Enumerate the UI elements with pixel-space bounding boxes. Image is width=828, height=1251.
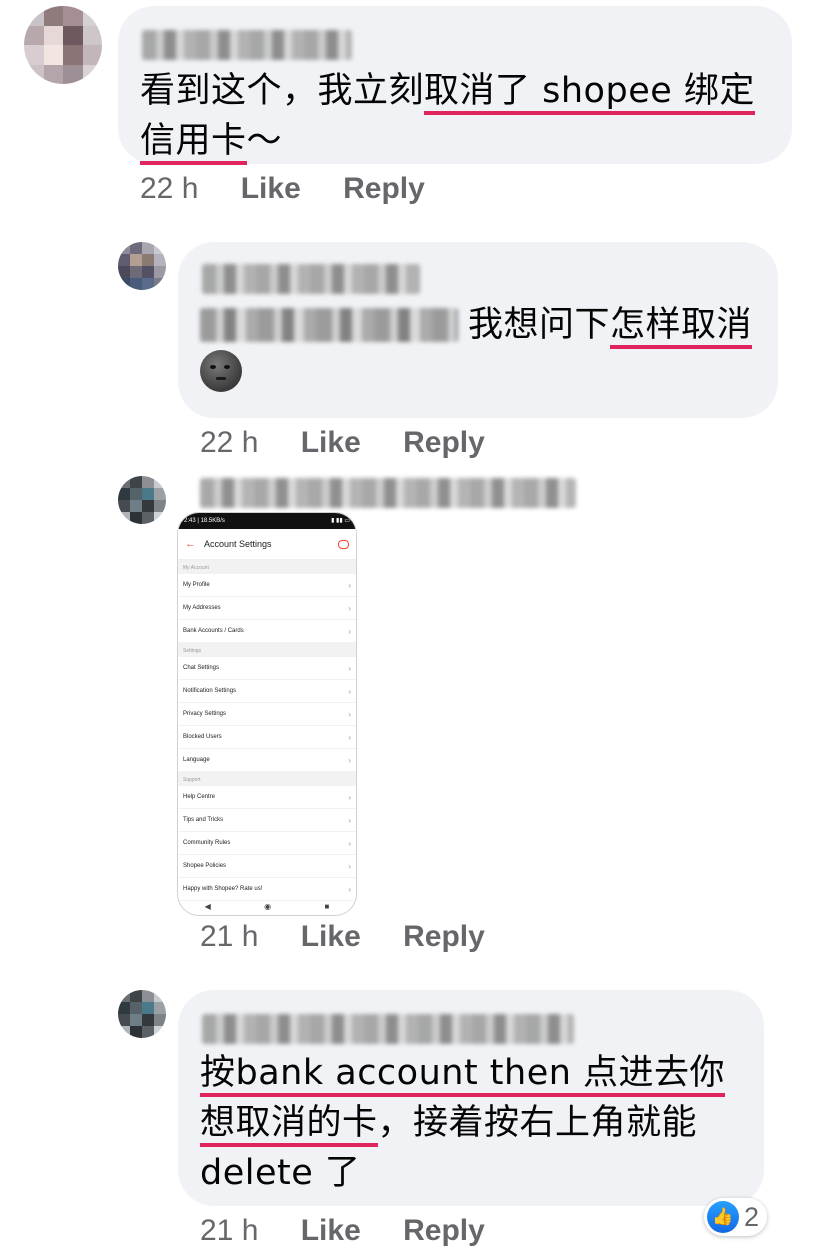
chevron-right-icon: › <box>348 792 351 802</box>
comment-bubble: 看到这个，我立刻取消了 shopee 绑定信用卡～ <box>118 6 792 166</box>
phone-settings-row: Tips and Tricks › <box>178 809 356 832</box>
phone-settings-label: Notification Settings <box>183 688 237 694</box>
commenter-name[interactable] <box>202 264 420 294</box>
phone-settings-label: Chat Settings <box>183 665 220 671</box>
commenter-name[interactable] <box>200 478 576 508</box>
chat-icon <box>338 539 349 549</box>
chevron-right-icon: › <box>348 686 351 696</box>
chevron-right-icon: › <box>348 861 351 871</box>
phone-section-header: Settings <box>178 643 356 657</box>
phone-settings-list: My Account My Profile › My Addresses › Bank A… <box>178 560 356 901</box>
phone-settings-label: Happy with Shopee? Rate us! <box>183 886 263 892</box>
comment-actions: 22 h Like Reply <box>140 172 459 206</box>
reply-button[interactable]: Reply <box>343 172 425 205</box>
like-button[interactable]: Like <box>241 172 301 205</box>
phone-settings-row: My Addresses › <box>178 597 356 620</box>
reaction-count: 2 <box>744 1201 760 1232</box>
phone-nav-bar: ◀ ◉ ■ <box>178 897 356 915</box>
commenter-name[interactable] <box>142 30 352 60</box>
comment-actions: 21 h Like Reply <box>200 1214 519 1248</box>
phone-settings-row: Language › <box>178 749 356 772</box>
phone-settings-row: Community Rules › <box>178 832 356 855</box>
chevron-right-icon: › <box>348 815 351 825</box>
phone-settings-label: My Addresses <box>183 605 221 611</box>
phone-settings-label: Language <box>183 757 210 763</box>
phone-settings-label: Tips and Tricks <box>183 817 224 823</box>
phone-status-bar: 2:43 | 18.5KB/s ▮ ▮▮ ▭ <box>178 513 356 529</box>
new-moon-face-emoji-icon <box>200 350 242 392</box>
phone-settings-label: Bank Accounts / Cards <box>183 628 244 634</box>
recents-square-icon: ■ <box>324 901 330 911</box>
back-triangle-icon: ◀ <box>204 901 211 911</box>
commenter-name[interactable] <box>202 1014 574 1044</box>
phone-section-header: Support <box>178 772 356 786</box>
phone-settings-label: Privacy Settings <box>183 711 227 717</box>
reply-button[interactable]: Reply <box>403 1214 485 1247</box>
phone-settings-row: Bank Accounts / Cards › <box>178 620 356 643</box>
home-circle-icon: ◉ <box>264 901 272 911</box>
chevron-right-icon: › <box>348 603 351 613</box>
avatar[interactable] <box>118 990 166 1038</box>
chevron-right-icon: › <box>348 884 351 894</box>
phone-settings-row: Notification Settings › <box>178 680 356 703</box>
timestamp[interactable]: 22 h <box>200 426 258 459</box>
chevron-right-icon: › <box>348 580 351 590</box>
chevron-right-icon: › <box>348 663 351 673</box>
comment-bubble: 按bank account then 点进去你想取消的卡，接着按右上角就能del… <box>178 990 764 1206</box>
chevron-right-icon: › <box>348 755 351 765</box>
phone-settings-label: Community Rules <box>183 840 231 846</box>
avatar[interactable] <box>118 242 166 290</box>
thumbs-up-icon: 👍 <box>707 1201 739 1233</box>
comment-text: 看到这个，我立刻取消了 shopee 绑定信用卡～ <box>140 66 770 166</box>
like-button[interactable]: Like <box>301 1214 361 1247</box>
like-button[interactable]: Like <box>301 426 361 459</box>
phone-settings-row: Blocked Users › <box>178 726 356 749</box>
mentioned-user[interactable] <box>200 308 458 342</box>
reply-button[interactable]: Reply <box>403 920 485 953</box>
phone-settings-row: Help Centre › <box>178 786 356 809</box>
phone-settings-row: Privacy Settings › <box>178 703 356 726</box>
chevron-right-icon: › <box>348 838 351 848</box>
screenshot-attachment[interactable]: 2:43 | 18.5KB/s ▮ ▮▮ ▭ ← Account Settings… <box>177 512 357 916</box>
phone-title: Account Settings <box>204 539 272 549</box>
phone-settings-label: My Profile <box>183 582 210 588</box>
chevron-right-icon: › <box>348 626 351 636</box>
comment-bubble: 我想问下怎样取消 <box>178 242 778 418</box>
reply-button[interactable]: Reply <box>403 426 485 459</box>
phone-section-header: My Account <box>178 560 356 574</box>
comment-text: 我想问下怎样取消 <box>200 300 760 400</box>
phone-header: ← Account Settings <box>178 529 356 560</box>
avatar[interactable] <box>118 476 166 524</box>
phone-settings-row: Shopee Policies › <box>178 855 356 878</box>
comment-actions: 21 h Like Reply <box>200 920 519 954</box>
chevron-right-icon: › <box>348 709 351 719</box>
comment-actions: 22 h Like Reply <box>200 426 519 460</box>
reaction-badge[interactable]: 👍 2 <box>704 1198 768 1236</box>
avatar[interactable] <box>24 6 102 84</box>
phone-settings-label: Shopee Policies <box>183 863 227 869</box>
chevron-right-icon: › <box>348 732 351 742</box>
like-button[interactable]: Like <box>301 920 361 953</box>
comment-text: 按bank account then 点进去你想取消的卡，接着按右上角就能del… <box>200 1053 726 1193</box>
phone-settings-row: My Profile › <box>178 574 356 597</box>
timestamp[interactable]: 21 h <box>200 920 258 953</box>
phone-settings-row: Chat Settings › <box>178 657 356 680</box>
back-arrow-icon: ← <box>185 538 196 550</box>
timestamp[interactable]: 21 h <box>200 1214 258 1247</box>
phone-settings-label: Help Centre <box>183 794 216 800</box>
phone-settings-label: Blocked Users <box>183 734 222 740</box>
timestamp[interactable]: 22 h <box>140 172 198 205</box>
